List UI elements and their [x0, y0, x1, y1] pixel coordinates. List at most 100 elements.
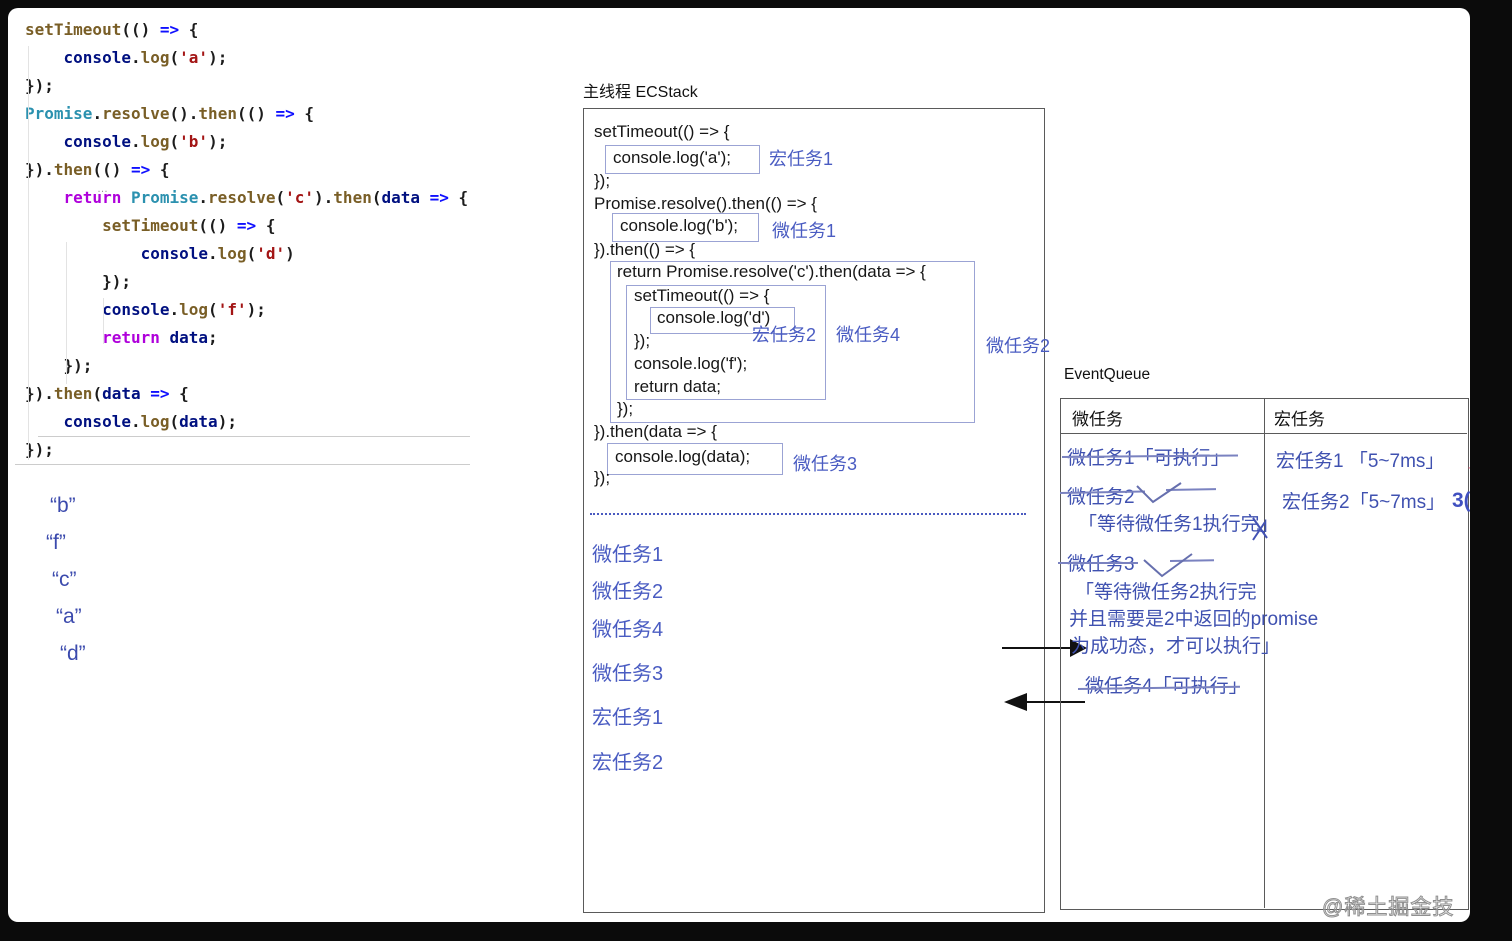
- code-token: .: [169, 300, 180, 319]
- code-token: ;: [208, 328, 218, 347]
- code-token: );: [246, 300, 266, 319]
- code-token: }).: [25, 160, 54, 179]
- task-order-item: 宏任务1: [592, 707, 664, 729]
- code-token: {: [169, 384, 189, 403]
- code-token: ((): [121, 20, 160, 39]
- code-token: console: [63, 132, 131, 151]
- edge-mark-blue: 3(: [1452, 489, 1470, 512]
- arrow-left-icon: [1004, 693, 1027, 711]
- code-token: then: [333, 188, 372, 207]
- code-token: {: [448, 188, 469, 207]
- code-token: log: [140, 48, 170, 67]
- code-token: data: [179, 412, 218, 431]
- ecstack-code-line: console.log(data);: [615, 447, 751, 466]
- edge-mark-red: 」: [1468, 452, 1470, 471]
- code-token: {: [150, 160, 170, 179]
- code-token: }).: [25, 384, 54, 403]
- code-token: =>: [159, 20, 180, 39]
- check-icon: [1143, 553, 1193, 578]
- code-token: .: [130, 48, 141, 67]
- code-token: .: [92, 104, 103, 123]
- code-token: resolve: [208, 188, 276, 207]
- task-label: 微任务2: [986, 336, 1051, 356]
- code-token: ((): [236, 104, 276, 123]
- ecstack-code-line: });: [594, 171, 611, 190]
- code-token: (: [169, 132, 180, 151]
- task-order-item: 微任务3: [592, 663, 664, 685]
- code-token: then: [53, 384, 93, 403]
- task-label: 微任务1: [772, 221, 837, 241]
- code-token: console: [102, 300, 170, 319]
- ecstack-code-line: console.log('f');: [634, 354, 748, 373]
- dotted-separator: [590, 513, 1026, 515]
- indent-guide: [28, 46, 29, 460]
- watermark: @稀土掘金技术社区: [1322, 896, 1455, 920]
- code-token: 'f': [217, 300, 247, 319]
- task-order-item: 微任务4: [592, 619, 664, 641]
- code-token: log: [140, 412, 170, 431]
- ecstack-code-line: }).then(data => {: [594, 422, 717, 441]
- console-output-value: “a”: [56, 605, 82, 628]
- task-order-item: 微任务1: [592, 544, 664, 566]
- code-token: 'a': [179, 48, 209, 67]
- eventqueue-header-micro: 微任务: [1072, 410, 1123, 429]
- indent-guide: [103, 298, 104, 344]
- ecstack-code-line: console.log('b');: [620, 216, 738, 235]
- ecstack-code-line: return data;: [634, 377, 721, 396]
- code-token: ().: [169, 104, 199, 123]
- eventqueue-header-macro: 宏任务: [1274, 410, 1325, 429]
- x-mark-icon: [1252, 517, 1268, 541]
- code-token: then: [53, 160, 93, 179]
- code-token: data: [381, 188, 420, 207]
- code-token: {: [256, 216, 276, 235]
- code-token: log: [140, 132, 170, 151]
- screenshot-frame: setTimeout(() => { console.log('a'); });…: [0, 0, 1512, 941]
- code-token: ).: [314, 188, 334, 207]
- console-output-value: “c”: [52, 568, 77, 591]
- code-token: Promise: [130, 188, 199, 207]
- code-token: .: [208, 244, 218, 263]
- code-token: (: [208, 300, 218, 319]
- task-label: 微任务4: [836, 325, 901, 345]
- code-token: log: [179, 300, 209, 319]
- code-token: 'b': [179, 132, 209, 151]
- microtask-entry: 微任务2: [1067, 487, 1135, 508]
- code-token: Promise: [25, 104, 93, 123]
- code-token: });: [25, 440, 54, 459]
- code-token: =>: [275, 104, 295, 123]
- code-token: data: [102, 384, 141, 403]
- code-token: resolve: [102, 104, 170, 123]
- microtask-entry: 为成功态，才可以执行」: [1071, 636, 1281, 657]
- code-token: console: [140, 244, 209, 263]
- code-token: .: [130, 412, 141, 431]
- code-token: =>: [236, 216, 257, 235]
- ecstack-code-line: });: [594, 468, 611, 487]
- console-output-value: “f”: [46, 531, 66, 554]
- code-token: =>: [429, 188, 449, 207]
- microtask-entry: 「等待微任务2执行完: [1075, 582, 1257, 603]
- ellipsis-hint: …: [97, 183, 108, 195]
- code-token: });: [25, 76, 54, 95]
- console-output-value: “b”: [50, 494, 76, 517]
- code-token: return: [102, 328, 160, 347]
- code-token: log: [217, 244, 247, 263]
- code-token: (: [169, 48, 180, 67]
- code-token: ((): [92, 160, 131, 179]
- microtask-entry: 「等待微任务1执行完」: [1078, 514, 1279, 535]
- code-token: (: [246, 244, 257, 263]
- code-token: {: [179, 20, 199, 39]
- ecstack-code-line: });: [617, 399, 634, 418]
- code-token: });: [25, 356, 93, 375]
